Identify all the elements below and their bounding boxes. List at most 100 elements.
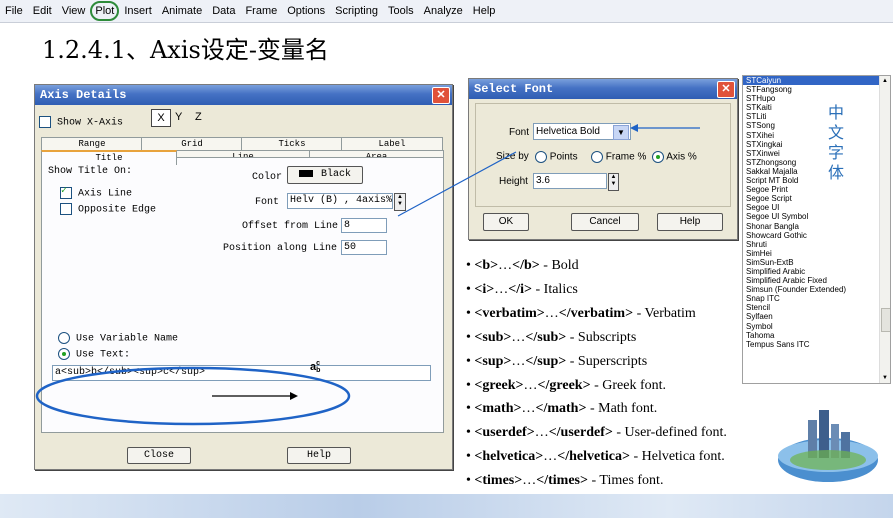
menu-plot[interactable]: Plot: [90, 1, 120, 21]
offset-field[interactable]: 8: [341, 218, 387, 233]
font-list-item[interactable]: Simplified Arabic Fixed: [743, 276, 890, 285]
font-list-item[interactable]: Snap ITC: [743, 294, 890, 303]
tab-title[interactable]: Title: [41, 150, 177, 165]
font-list-item[interactable]: Tahoma: [743, 331, 890, 340]
axis-line-checkbox[interactable]: [60, 185, 72, 199]
menu-analyze[interactable]: Analyze: [419, 1, 468, 21]
font-list-item[interactable]: Sylfaen: [743, 312, 890, 321]
font-list-item[interactable]: Segoe UI: [743, 203, 890, 212]
help-button[interactable]: Help: [657, 213, 723, 231]
axis-y-button[interactable]: Y: [175, 111, 182, 123]
font-list-item[interactable]: Segoe Script: [743, 194, 890, 203]
font-list-item[interactable]: Segoe UI Symbol: [743, 212, 890, 221]
close-icon[interactable]: ✕: [717, 81, 735, 98]
help-button[interactable]: Help: [287, 447, 351, 464]
size-points-option[interactable]: Points: [535, 151, 578, 163]
tag-list-item: • <helvetica>…</helvetica> - Helvetica f…: [466, 445, 746, 469]
font-list-item[interactable]: STKaiti: [743, 103, 890, 112]
chevron-down-icon[interactable]: ▼: [613, 125, 629, 140]
scroll-down-icon[interactable]: ▼: [880, 373, 890, 383]
points-radio[interactable]: [535, 151, 547, 163]
menu-insert[interactable]: Insert: [119, 1, 157, 21]
font-list-item[interactable]: Simsun (Founder Extended): [743, 285, 890, 294]
font-list-item[interactable]: STLiti: [743, 112, 890, 121]
close-icon[interactable]: ✕: [432, 87, 450, 104]
font-list-item[interactable]: STHupo: [743, 94, 890, 103]
menu-animate[interactable]: Animate: [157, 1, 207, 21]
frame-radio[interactable]: [591, 151, 603, 163]
font-list-item[interactable]: Showcard Gothic: [743, 231, 890, 240]
scroll-up-icon[interactable]: ▲: [880, 76, 890, 86]
tab-range[interactable]: Range: [41, 137, 143, 151]
font-list-item[interactable]: Stencil: [743, 303, 890, 312]
use-text-row[interactable]: Use Text:: [58, 348, 130, 361]
menu-view[interactable]: View: [57, 1, 91, 21]
show-axis-checkbox[interactable]: [39, 116, 51, 128]
font-list-item[interactable]: Simplified Arabic: [743, 267, 890, 276]
axis-x-button[interactable]: X: [151, 109, 171, 127]
menu-data[interactable]: Data: [207, 1, 240, 21]
font-spinner[interactable]: ▲ ▼: [394, 193, 406, 211]
cancel-button[interactable]: Cancel: [571, 213, 639, 231]
font-list-item[interactable]: Shonar Bangla: [743, 222, 890, 231]
menu-tools[interactable]: Tools: [383, 1, 419, 21]
tag-ellipsis: …: [534, 425, 549, 441]
tab-grid[interactable]: Grid: [141, 137, 243, 151]
height-field[interactable]: 3.6: [533, 173, 607, 189]
font-list-item[interactable]: STZhongsong: [743, 158, 890, 167]
font-field[interactable]: Helv (B) , 4axis%: [287, 193, 393, 209]
font-list-item[interactable]: SimSun-ExtB: [743, 258, 890, 267]
font-list-item[interactable]: STCaiyun: [743, 76, 890, 86]
tab-label[interactable]: Label: [341, 137, 443, 151]
font-list-scrollbar[interactable]: ▲ ▼: [879, 76, 890, 383]
font-list-item[interactable]: Shruti: [743, 240, 890, 249]
menu-frame[interactable]: Frame: [240, 1, 282, 21]
opposite-edge-checkbox[interactable]: [60, 203, 72, 215]
use-variable-name-row[interactable]: Use Variable Name: [58, 332, 178, 345]
axis-line-row[interactable]: Axis Line: [60, 185, 132, 200]
ok-button[interactable]: OK: [483, 213, 529, 231]
font-list[interactable]: STCaiyun STFangsong STHupo STKaiti STLiti STS…: [742, 75, 891, 384]
show-axis-row[interactable]: Show X-Axis: [39, 116, 123, 129]
use-text-radio[interactable]: [58, 348, 70, 360]
font-list-item[interactable]: STXihei: [743, 131, 890, 140]
menu-edit[interactable]: Edit: [28, 1, 57, 21]
use-variable-name-radio[interactable]: [58, 332, 70, 344]
axis-z-button[interactable]: Z: [195, 111, 202, 123]
font-list-item[interactable]: Sakkal Majalla: [743, 167, 890, 176]
axis-label: Axis %: [666, 151, 697, 163]
title-text-field[interactable]: a<sub>b</sub><sup>c</sup>: [52, 365, 431, 381]
height-spinner[interactable]: ▲ ▼: [608, 173, 619, 191]
tag-close: </greek>: [537, 377, 591, 393]
tag-description: - Subscripts: [566, 329, 637, 345]
menu-file[interactable]: File: [0, 1, 28, 21]
font-list-item[interactable]: Tempus Sans ITC: [743, 340, 890, 349]
tag-description: - Bold: [539, 258, 579, 273]
font-list-item[interactable]: SimHei: [743, 249, 890, 258]
tag-list-item: • <greek>…</greek> - Greek font.: [466, 374, 746, 398]
font-list-item[interactable]: STFangsong: [743, 85, 890, 94]
frame-label: Frame %: [605, 151, 647, 163]
font-list-item[interactable]: Script MT Bold: [743, 176, 890, 185]
tag-list-item: • <times>…</times> - Times font.: [466, 469, 746, 493]
close-button[interactable]: Close: [127, 447, 191, 464]
use-variable-name-label: Use Variable Name: [76, 333, 179, 345]
font-list-item[interactable]: STXinwei: [743, 149, 890, 158]
color-button[interactable]: Black: [287, 166, 363, 184]
menu-options[interactable]: Options: [282, 1, 330, 21]
tag-list-item: • <b>…</b> - Bold: [466, 254, 746, 278]
font-list-item[interactable]: Segoe Print: [743, 185, 890, 194]
menu-scripting[interactable]: Scripting: [330, 1, 383, 21]
opposite-edge-row[interactable]: Opposite Edge: [60, 203, 156, 216]
axis-radio[interactable]: [652, 151, 664, 163]
scroll-thumb[interactable]: [881, 308, 890, 332]
tab-ticks[interactable]: Ticks: [241, 137, 343, 151]
font-list-item[interactable]: STSong: [743, 121, 890, 130]
font-select[interactable]: Helvetica Bold ▼: [533, 123, 631, 140]
size-axis-option[interactable]: Axis %: [652, 151, 697, 163]
position-field[interactable]: 50: [341, 240, 387, 255]
font-list-item[interactable]: Symbol: [743, 322, 890, 331]
size-frame-option[interactable]: Frame %: [591, 151, 646, 163]
font-list-item[interactable]: STXingkai: [743, 140, 890, 149]
menu-help[interactable]: Help: [468, 1, 501, 21]
